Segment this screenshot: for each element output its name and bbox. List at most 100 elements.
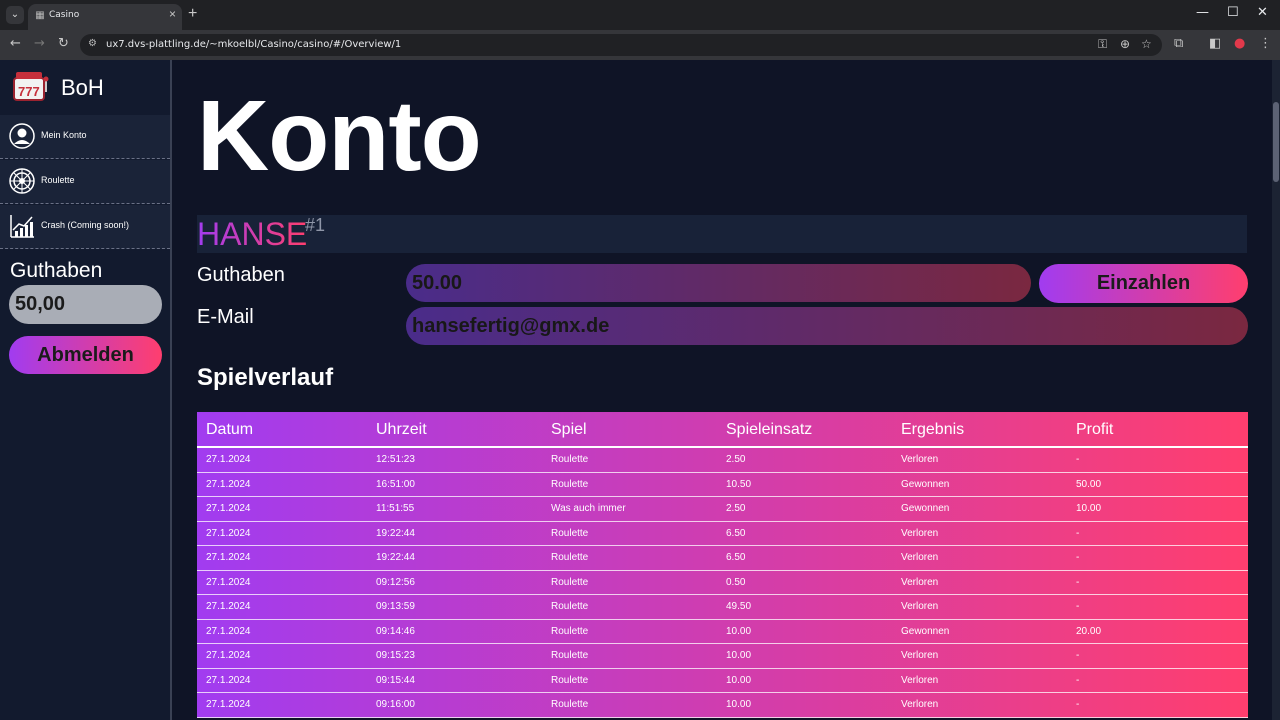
table-cell: 11:51:55 [376, 503, 415, 514]
history-body: 27.1.2024 12:51:23 Roulette 2.50 Verloren -27… [197, 448, 1248, 718]
logout-button[interactable]: Abmelden [9, 336, 162, 374]
minimize-icon[interactable]: — [1196, 5, 1209, 20]
table-cell: Verloren [901, 454, 939, 465]
table-cell: Roulette [551, 650, 589, 661]
table-cell: - [1076, 650, 1080, 661]
tab-close-icon[interactable]: × [169, 7, 176, 21]
table-cell: 2.50 [726, 454, 746, 465]
table-row: 27.1.2024 09:12:56 Roulette 0.50 Verloren - [197, 571, 1248, 595]
table-cell: Roulette [551, 699, 589, 710]
table-row: 27.1.2024 16:51:00 Roulette 10.50 Gewonnen 50… [197, 473, 1248, 497]
main-content: Konto HANSE #1 Guthaben 50.00 Einzahlen … [172, 60, 1272, 720]
sidebar-balance-label: Guthaben [10, 259, 103, 282]
sidebar-item-mein-konto[interactable]: Mein Konto [0, 115, 170, 159]
table-cell: 6.50 [726, 527, 746, 539]
reload-icon[interactable]: ↻ [58, 36, 69, 51]
email-field: hansefertig@gmx.de [406, 307, 1248, 345]
table-cell: Gewonnen [901, 478, 950, 490]
table-cell: Roulette [551, 552, 589, 563]
table-cell: 2.50 [726, 503, 746, 514]
scrollbar-thumb[interactable] [1273, 102, 1279, 182]
table-cell: 09:12:56 [376, 576, 415, 588]
table-cell: Verloren [901, 576, 939, 588]
table-row: 27.1.2024 12:51:23 Roulette 2.50 Verloren - [197, 448, 1248, 473]
extensions-icon[interactable]: ⧉ [1174, 36, 1183, 51]
page-scrollbar[interactable] [1272, 60, 1280, 720]
site-info-icon[interactable]: ⚙ [88, 38, 97, 49]
deposit-button[interactable]: Einzahlen [1039, 264, 1248, 303]
browser-tab-bar: ⌄ ▦ Casino × + — ☐ ✕ [0, 0, 1280, 30]
forward-icon[interactable]: → [34, 36, 45, 51]
table-cell: 20.00 [1076, 625, 1102, 637]
table-cell: Roulette [551, 527, 589, 539]
logout-button-label: Abmelden [37, 344, 134, 366]
url-text[interactable]: ux7.dvs-plattling.de/~mkoelbl/Casino/cas… [106, 39, 401, 50]
table-cell: 27.1.2024 [206, 454, 251, 465]
back-icon[interactable]: ← [10, 36, 21, 51]
side-panel-icon[interactable]: ◧ [1209, 36, 1221, 51]
table-row: 27.1.2024 09:15:44 Roulette 10.00 Verloren - [197, 669, 1248, 693]
tab-search-icon[interactable]: ⌄ [6, 6, 24, 24]
bookmark-star-icon[interactable]: ☆ [1141, 37, 1152, 51]
balance-field: 50.00 [406, 264, 1031, 302]
table-cell: Roulette [551, 674, 589, 686]
page-title: Konto [197, 80, 482, 192]
column-header-ergebnis: Ergebnis [901, 421, 965, 438]
column-header-datum: Datum [206, 421, 254, 438]
slot-machine-logo-icon: 777 [13, 72, 49, 101]
table-cell: 27.1.2024 [206, 650, 251, 661]
table-cell: 27.1.2024 [206, 674, 251, 686]
table-cell: Verloren [901, 674, 939, 686]
browser-tab[interactable]: ▦ Casino × [28, 4, 182, 30]
table-cell: - [1076, 576, 1080, 588]
table-cell: 10.00 [726, 674, 752, 686]
table-cell: 27.1.2024 [206, 552, 251, 563]
sidebar-balance-value: 50,00 [15, 293, 66, 315]
maximize-icon[interactable]: ☐ [1227, 5, 1239, 20]
tab-title: Casino [49, 10, 80, 20]
table-cell: - [1076, 552, 1080, 563]
table-cell: Roulette [551, 454, 589, 465]
table-cell: Was auch immer [551, 503, 626, 514]
table-cell: 0.50 [726, 576, 746, 588]
sidebar-item-roulette[interactable]: Roulette [0, 160, 170, 204]
sidebar-item-crash[interactable]: Crash (Coming soon!) [0, 205, 170, 249]
key-icon[interactable]: ⚿ [1098, 37, 1107, 52]
address-bar[interactable]: ⚙ ux7.dvs-plattling.de/~mkoelbl/Casino/c… [80, 34, 1162, 56]
new-tab-button[interactable]: + [188, 5, 197, 23]
window-close-icon[interactable]: ✕ [1257, 5, 1268, 20]
zoom-icon[interactable]: ⊕ [1120, 37, 1130, 51]
table-row: 27.1.2024 09:15:23 Roulette 10.00 Verloren - [197, 644, 1248, 669]
history-title: Spielverlauf [197, 364, 334, 391]
table-cell: 27.1.2024 [206, 601, 251, 612]
table-cell: Roulette [551, 478, 589, 490]
table-cell: 09:16:00 [376, 699, 415, 710]
table-row: 27.1.2024 09:16:00 Roulette 10.00 Verloren - [197, 693, 1248, 718]
column-header-uhrzeit: Uhrzeit [376, 421, 427, 438]
column-header-spieleinsatz: Spieleinsatz [726, 421, 813, 438]
profile-avatar-icon[interactable]: ● [1234, 36, 1245, 51]
table-row: 27.1.2024 09:14:46 Roulette 10.00 Gewonnen 20… [197, 620, 1248, 644]
table-cell: 49.50 [726, 601, 752, 612]
table-row: 27.1.2024 19:22:44 Roulette 6.50 Verloren - [197, 546, 1248, 571]
browser-menu-icon[interactable]: ⋮ [1259, 36, 1272, 51]
favicon-icon: ▦ [35, 10, 45, 21]
table-cell: 16:51:00 [376, 478, 415, 490]
sidebar-item-label: Crash (Coming soon!) [41, 220, 130, 230]
table-cell: 50.00 [1076, 478, 1102, 490]
table-cell: Verloren [901, 527, 939, 539]
table-cell: 10.00 [726, 699, 752, 710]
table-row: 27.1.2024 19:22:44 Roulette 6.50 Verloren - [197, 522, 1248, 546]
sidebar: 777 BoH Mein Konto Roulette Crash (Comin… [0, 60, 172, 720]
table-cell: 09:15:44 [376, 674, 415, 686]
table-cell: Gewonnen [901, 625, 950, 637]
chart-up-icon [10, 215, 34, 238]
table-cell: Roulette [551, 576, 589, 588]
table-cell: 27.1.2024 [206, 576, 251, 588]
table-cell: 10.00 [1076, 503, 1102, 514]
table-cell: 10.00 [726, 650, 752, 661]
table-cell: 27.1.2024 [206, 699, 251, 710]
table-cell: Gewonnen [901, 503, 950, 514]
user-header: HANSE #1 [197, 215, 1247, 253]
table-cell: Verloren [901, 699, 939, 710]
